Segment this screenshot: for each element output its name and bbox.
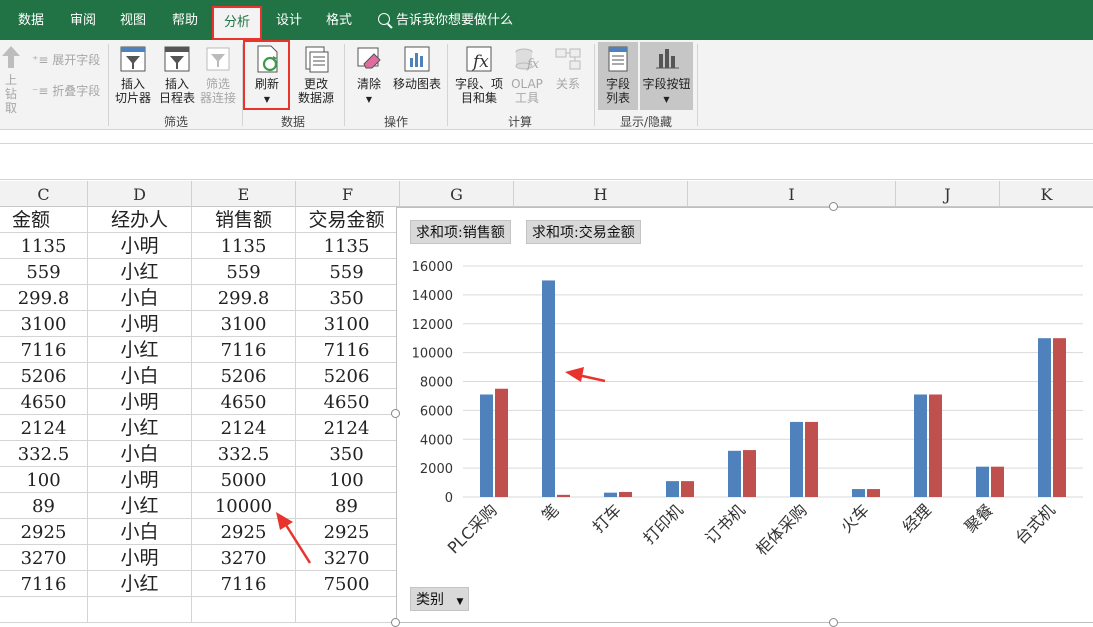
red-arrow-icon	[565, 367, 606, 383]
annotation-overlay	[276, 367, 606, 564]
red-arrow-icon	[276, 512, 312, 564]
